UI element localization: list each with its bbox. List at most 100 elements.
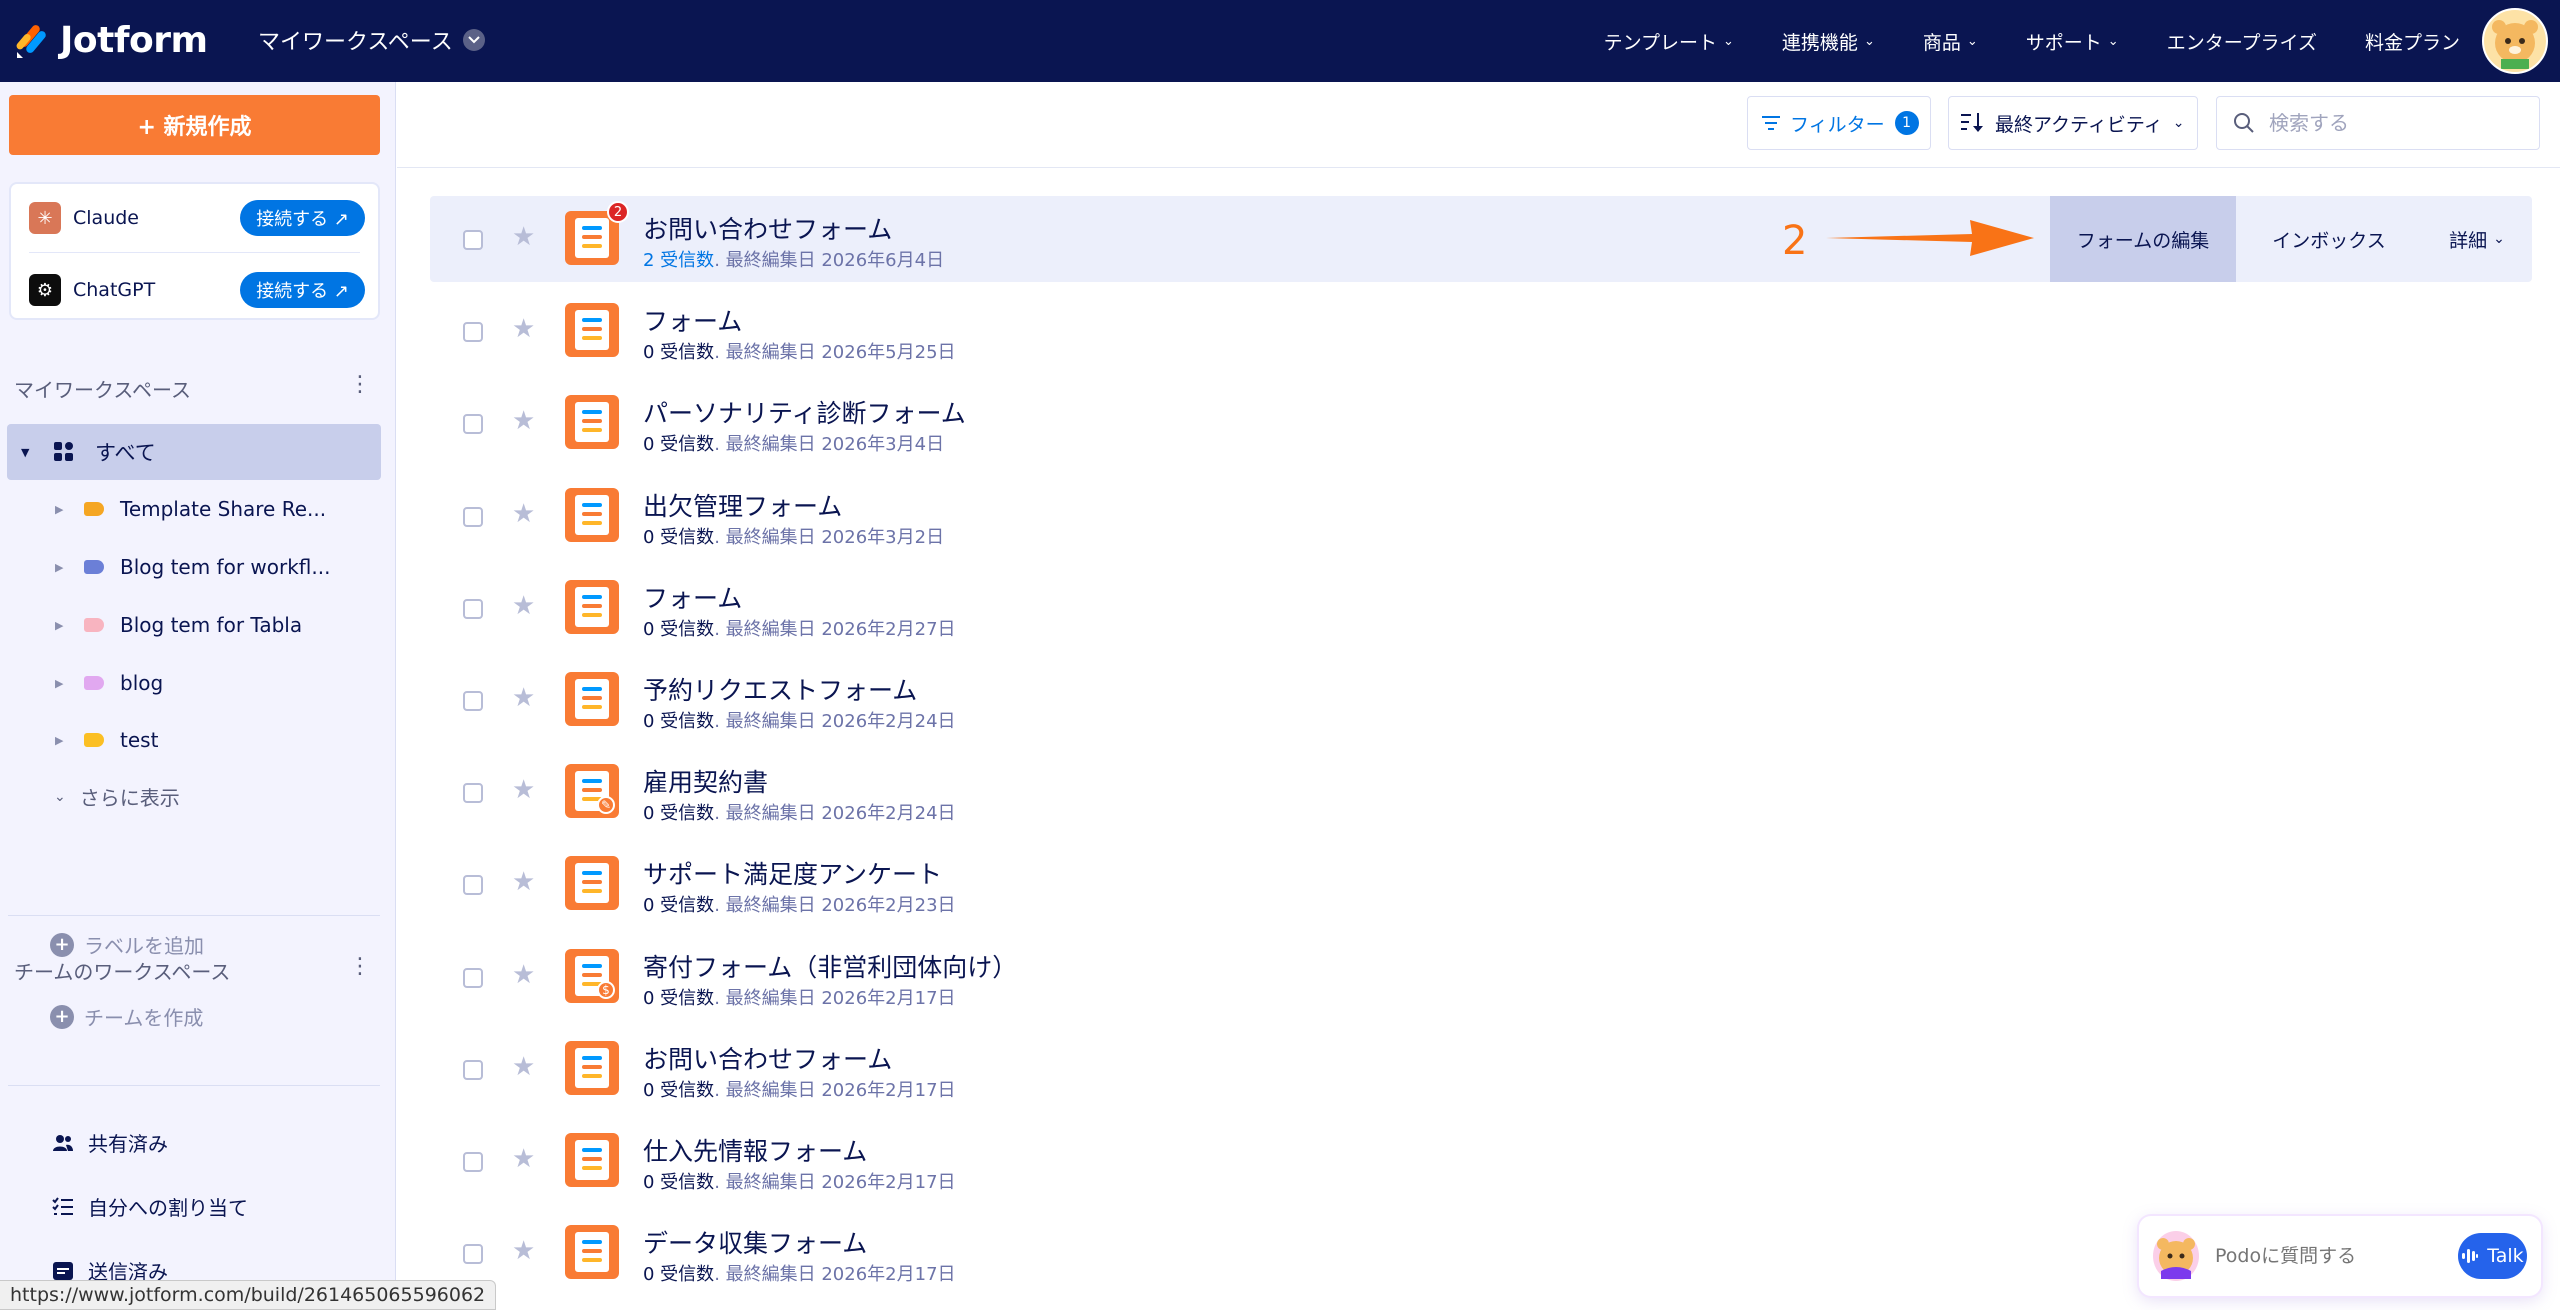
sidebar-link-assigned[interactable]: 自分への割り当て (52, 1192, 248, 1221)
form-row[interactable]: ★ フォーム 0 受信数. 最終編集日 2026年5月25日 (430, 288, 2532, 374)
inbox-button[interactable]: インボックス (2236, 196, 2422, 282)
form-row[interactable]: ★ フォーム 0 受信数. 最終編集日 2026年2月27日 (430, 565, 2532, 651)
form-title[interactable]: 雇用契約書 (643, 763, 768, 799)
form-meta: 0 受信数. 最終編集日 2026年2月24日 (643, 799, 956, 825)
form-line (582, 327, 602, 331)
talk-button[interactable]: Talk (2458, 1233, 2527, 1279)
row-checkbox[interactable] (463, 599, 483, 619)
form-title[interactable]: フォーム (643, 579, 742, 615)
show-more-link[interactable]: ⌄ さらに表示 (54, 782, 180, 811)
row-checkbox[interactable] (463, 1060, 483, 1080)
form-row[interactable]: ★ 出欠管理フォーム 0 受信数. 最終編集日 2026年3月2日 (430, 473, 2532, 559)
star-icon[interactable]: ★ (512, 775, 535, 805)
form-line (582, 1074, 602, 1078)
form-line (582, 788, 602, 792)
form-line (582, 410, 602, 414)
row-checkbox[interactable] (463, 691, 483, 711)
form-title[interactable]: 出欠管理フォーム (643, 487, 842, 523)
nav-support[interactable]: サポート ⌄ (2026, 28, 2119, 55)
avatar-icon (2492, 20, 2538, 69)
search-input[interactable] (2269, 111, 2519, 135)
ai-name: ChatGPT (73, 279, 156, 301)
sidebar-folder[interactable]: ▶ Template Share Re... (0, 484, 396, 534)
sidebar-item-all[interactable]: ▼ すべて (7, 424, 381, 480)
filter-icon (1762, 116, 1780, 130)
search-field[interactable] (2216, 96, 2540, 150)
folder-label: blog (120, 671, 164, 695)
connect-chatgpt-button[interactable]: 接続する ↗ (240, 272, 365, 308)
form-row[interactable]: ★ お問い合わせフォーム 0 受信数. 最終編集日 2026年2月17日 (430, 1026, 2532, 1112)
star-icon[interactable]: ★ (512, 499, 535, 529)
form-title[interactable]: データ収集フォーム (643, 1224, 867, 1260)
chevron-down-icon: ⌄ (54, 788, 66, 805)
form-row[interactable]: ★ 予約リクエストフォーム 0 受信数. 最終編集日 2026年2月24日 (430, 657, 2532, 743)
star-icon[interactable]: ★ (512, 591, 535, 621)
star-icon[interactable]: ★ (512, 1052, 535, 1082)
form-row[interactable]: ★ 2 お問い合わせフォーム 2 受信数. 最終編集日 2026年6月4日 フォームの編… (430, 196, 2532, 282)
star-icon[interactable]: ★ (512, 867, 535, 897)
nav-pricing[interactable]: 料金プラン (2365, 28, 2460, 55)
sidebar-folder[interactable]: ▶ test (0, 715, 396, 765)
nav-templates[interactable]: テンプレート ⌄ (1604, 28, 1734, 55)
row-checkbox[interactable] (463, 1244, 483, 1264)
star-icon[interactable]: ★ (512, 1144, 535, 1174)
chevron-down-icon: ⌄ (1966, 33, 1978, 49)
more-button[interactable]: 詳細 ⌄ (2422, 196, 2532, 282)
star-icon[interactable]: ★ (512, 683, 535, 713)
form-title[interactable]: お問い合わせフォーム (643, 210, 892, 246)
form-title[interactable]: お問い合わせフォーム (643, 1040, 892, 1076)
form-title[interactable]: パーソナリティ診断フォーム (643, 394, 966, 430)
create-new-button[interactable]: + 新規作成 (9, 95, 380, 155)
row-checkbox[interactable] (463, 414, 483, 434)
connect-claude-button[interactable]: 接続する ↗ (240, 200, 365, 236)
row-actions: フォームの編集 インボックス 詳細 ⌄ (2050, 196, 2532, 282)
filter-button[interactable]: フィルター 1 (1747, 96, 1931, 150)
sidebar-folder[interactable]: ▶ Blog tem for Tabla (0, 600, 396, 650)
sidebar-link-shared[interactable]: 共有済み (52, 1128, 168, 1157)
jotform-logo[interactable]: Jotform (14, 20, 208, 61)
podo-input[interactable] (2215, 1245, 2458, 1267)
team-options-icon[interactable]: ⋮ (349, 954, 371, 979)
edit-form-button[interactable]: フォームの編集 (2050, 196, 2236, 282)
form-title[interactable]: サポート満足度アンケート (643, 855, 942, 891)
form-title[interactable]: フォーム (643, 302, 742, 338)
submission-count[interactable]: 2 受信数 (643, 250, 714, 271)
form-line (582, 696, 602, 700)
star-icon[interactable]: ★ (512, 406, 535, 436)
star-icon[interactable]: ★ (512, 314, 535, 344)
create-team-link[interactable]: + チームを作成 (50, 1002, 203, 1031)
workspace-options-icon[interactable]: ⋮ (349, 372, 371, 397)
podo-assistant-bar[interactable]: Talk (2139, 1216, 2541, 1296)
user-avatar[interactable] (2482, 8, 2548, 74)
row-checkbox[interactable] (463, 783, 483, 803)
chevron-down-icon: ⌄ (1863, 33, 1875, 49)
row-checkbox[interactable] (463, 322, 483, 342)
nav-enterprise[interactable]: エンタープライズ (2167, 28, 2317, 55)
sidebar-folder[interactable]: ▶ Blog tem for workfl... (0, 542, 396, 592)
form-line (582, 779, 602, 783)
form-title[interactable]: 予約リクエストフォーム (643, 671, 917, 707)
row-checkbox[interactable] (463, 230, 483, 250)
row-checkbox[interactable] (463, 1152, 483, 1172)
form-title[interactable]: 仕入先情報フォーム (643, 1132, 867, 1168)
form-title[interactable]: 寄付フォーム（非営利団体向け） (643, 948, 1017, 984)
row-checkbox[interactable] (463, 968, 483, 988)
workspace-switcher[interactable]: マイワークスペース (258, 24, 485, 56)
form-row[interactable]: ★ ✎ 雇用契約書 0 受信数. 最終編集日 2026年2月24日 (430, 749, 2532, 835)
sort-dropdown[interactable]: 最終アクティビティ ⌄ (1948, 96, 2198, 150)
nav-products[interactable]: 商品 ⌄ (1923, 28, 1978, 55)
form-row[interactable]: ★ サポート満足度アンケート 0 受信数. 最終編集日 2026年2月23日 (430, 841, 2532, 927)
form-row[interactable]: ★ 仕入先情報フォーム 0 受信数. 最終編集日 2026年2月17日 (430, 1118, 2532, 1204)
star-icon[interactable]: ★ (512, 222, 535, 252)
form-row[interactable]: ★ $ 寄付フォーム（非営利団体向け） 0 受信数. 最終編集日 2026年2月17日 (430, 934, 2532, 1020)
my-workspace-title: マイワークスペース (14, 378, 191, 402)
star-icon[interactable]: ★ (512, 960, 535, 990)
add-label-link[interactable]: + ラベルを追加 (50, 930, 204, 959)
row-checkbox[interactable] (463, 875, 483, 895)
star-icon[interactable]: ★ (512, 1236, 535, 1266)
nav-integrations[interactable]: 連携機能 ⌄ (1782, 28, 1875, 55)
form-paper-icon (575, 679, 609, 719)
row-checkbox[interactable] (463, 507, 483, 527)
form-row[interactable]: ★ パーソナリティ診断フォーム 0 受信数. 最終編集日 2026年3月4日 (430, 380, 2532, 466)
sidebar-folder[interactable]: ▶ blog (0, 658, 396, 708)
